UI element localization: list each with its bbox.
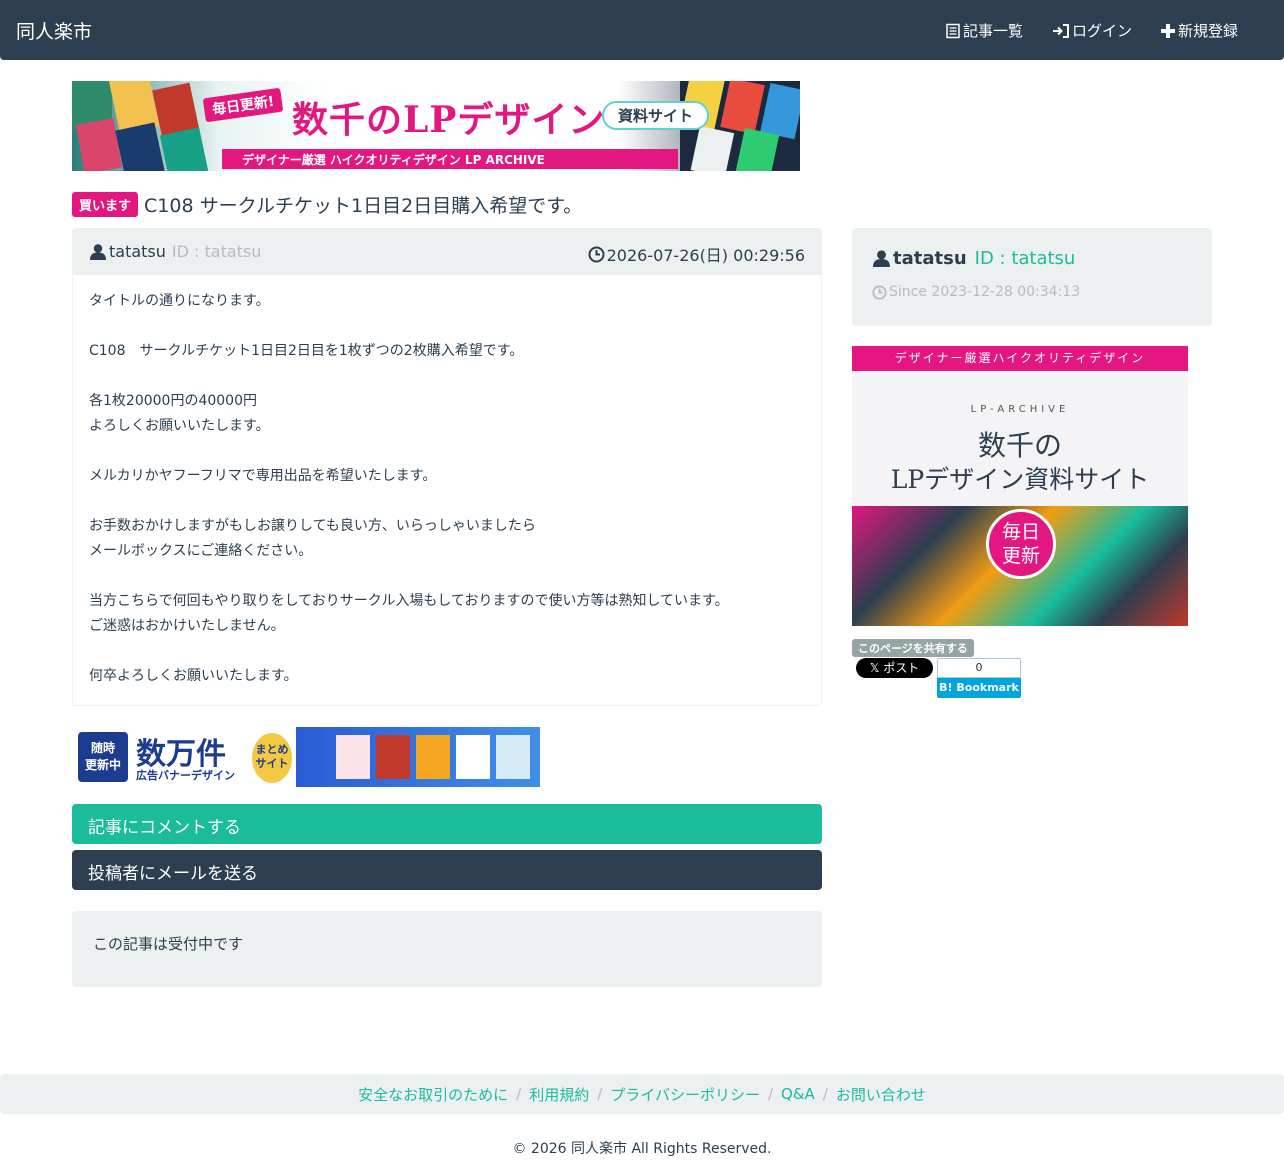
hatena-icon: B!: [939, 681, 957, 694]
page-title: C108 サークルチケット1日目2日目購入希望です。: [144, 195, 583, 217]
bottom-banner-thumbs: [336, 735, 530, 779]
post-body-line: C108 サークルチケット1日目2日目を1枚ずつの2枚購入希望です。: [89, 343, 524, 359]
post-body-line: タイトルの通りになります。: [89, 293, 270, 309]
post-body-line: メルカリかヤフーフリマで専用出品を希望いたします。: [89, 468, 437, 484]
post-body-line: お手数おかけしますがもしお譲りしても良い方、いらっしゃいましたら: [89, 518, 536, 534]
bottom-banner-circle: まとめ サイト: [252, 733, 292, 783]
plus-icon: [1161, 23, 1175, 38]
hatena-label: Bookmark: [956, 681, 1019, 694]
profile-name-row: tatatsu ID : tatatsu: [872, 248, 1075, 269]
x-icon: 𝕏: [869, 661, 884, 675]
nav-article-list-label: 記事一覧: [963, 22, 1024, 40]
side-banner-strip: デザイナー厳選ハイクオリティデザイン: [852, 346, 1188, 371]
bottom-banner-tiles: [296, 727, 540, 787]
x-post-button[interactable]: 𝕏 ポスト: [856, 658, 933, 678]
side-banner-daily-line: 更新: [1001, 545, 1040, 567]
nav-article-list[interactable]: 記事一覧: [945, 20, 1023, 41]
post-body-line: [89, 314, 805, 339]
banner-pill: 資料サイト: [602, 101, 710, 130]
comment-button[interactable]: 記事にコメントする: [72, 804, 822, 844]
footer-link-contact[interactable]: お問い合わせ: [836, 1084, 926, 1105]
copyright: © 2026 同人楽市 All Rights Reserved.: [512, 1141, 772, 1157]
list-icon: [946, 23, 960, 38]
banner-headline: 数千のLPデザイン: [292, 99, 606, 141]
side-banner-line2: LPデザイン資料サイト: [890, 465, 1150, 494]
user-icon: [90, 243, 106, 260]
footer-link-safety[interactable]: 安全なお取引のために: [358, 1084, 508, 1105]
post-body-line: ご迷惑はおかけいたしません。: [89, 618, 285, 634]
brand-logo[interactable]: 同人楽市: [16, 17, 92, 44]
side-banner-line1: 数千の: [977, 429, 1062, 462]
post-body: タイトルの通りになります。 C108 サークルチケット1日目2日目を1枚ずつの2…: [73, 275, 821, 703]
bottom-banner-badge: 随時 更新中: [78, 732, 128, 782]
footer-separator: /: [822, 1085, 828, 1103]
post-body-line: 各1枚20000円の40000円: [89, 393, 257, 409]
profile-card: tatatsu ID : tatatsu Since 2023-12-28 00…: [852, 228, 1212, 326]
nav-register-label: 新規登録: [1178, 22, 1239, 40]
post-panel: tatatsu ID : tatatsu 2026-07-26(日) 00:29…: [72, 228, 822, 706]
nav-login[interactable]: ログイン: [1052, 20, 1132, 41]
footer-link-terms[interactable]: 利用規約: [529, 1084, 589, 1105]
side-banner-ad[interactable]: デザイナー厳選ハイクオリティデザイン LP-ARCHIVE 数千の LPデザイン…: [852, 346, 1188, 626]
bottom-banner-badge-line: 随時: [90, 741, 115, 755]
status-text: この記事は受付中です: [93, 935, 244, 953]
footer-link-qa[interactable]: Q&A: [781, 1085, 815, 1103]
buy-badge: 買います: [72, 192, 139, 217]
profile-name[interactable]: tatatsu: [893, 248, 967, 269]
side-banner-daily-badge: 毎日 更新: [986, 509, 1056, 579]
post-body-line: [89, 564, 805, 589]
footer-separator: /: [516, 1085, 522, 1103]
post-date-text: 2026-07-26(日) 00:29:56: [606, 246, 805, 265]
footer-links: 安全なお取引のために / 利用規約 / プライバシーポリシー / Q&A / お…: [0, 1074, 1284, 1114]
post-body-line: 何卒よろしくお願いいたします。: [89, 668, 298, 684]
post-date: 2026-07-26(日) 00:29:56: [588, 242, 805, 266]
post-author-name[interactable]: tatatsu: [109, 242, 166, 261]
side-banner-daily-line: 毎日: [1001, 521, 1040, 543]
post-body-line: メールボックスにご連絡ください。: [89, 543, 313, 559]
clock-icon: [872, 284, 887, 300]
login-icon: [1053, 23, 1069, 38]
post-author: tatatsu ID : tatatsu: [89, 242, 261, 261]
profile-id[interactable]: ID : tatatsu: [975, 248, 1076, 269]
hatena-bookmark-button[interactable]: B! Bookmark: [937, 678, 1021, 698]
banner-strip: デザイナー厳選 ハイクオリティデザイン LP ARCHIVE: [222, 149, 678, 169]
nav-login-label: ログイン: [1072, 22, 1133, 40]
profile-since-text: Since 2023-12-28 00:34:13: [889, 284, 1081, 300]
post-body-line: [89, 639, 805, 664]
bottom-banner-ad[interactable]: 随時 更新中 数万件 広告バナーデザイン まとめ サイト: [72, 727, 540, 787]
clock-icon: [588, 246, 605, 262]
post-body-line: 当方こちらで何回もやり取りをしておりサークル入場もしておりますので使い方等は熟知…: [89, 593, 729, 609]
post-header: tatatsu ID : tatatsu 2026-07-26(日) 00:29…: [73, 229, 821, 275]
x-post-label: ポスト: [883, 661, 920, 675]
footer-link-privacy[interactable]: プライバシーポリシー: [610, 1084, 760, 1105]
hatena-count: 0: [937, 658, 1021, 678]
bottom-banner-sub: 広告バナーデザイン: [136, 769, 235, 782]
bottom-banner-badge-line: 更新中: [84, 758, 121, 772]
footer-separator: /: [767, 1085, 774, 1103]
profile-since: Since 2023-12-28 00:34:13: [872, 284, 1080, 300]
nav-register[interactable]: 新規登録: [1160, 20, 1238, 41]
share-label: このページを共有する: [852, 639, 974, 657]
footer-separator: /: [597, 1085, 603, 1103]
post-body-line: よろしくお願いいたします。: [89, 418, 270, 434]
user-icon: [873, 250, 890, 267]
side-banner-archive: LP-ARCHIVE: [970, 404, 1070, 415]
bottom-banner-circle-line: サイト: [255, 757, 289, 770]
navbar: 同人楽市 記事一覧 ログイン 新規登録: [0, 0, 1284, 60]
post-body-line: [89, 439, 805, 464]
post-body-line: [89, 364, 805, 389]
post-author-id: ID : tatatsu: [171, 242, 262, 261]
post-title-row: 買います C108 サークルチケット1日目2日目購入希望です。: [72, 191, 582, 218]
post-body-line: [89, 489, 805, 514]
status-well: この記事は受付中です: [72, 911, 822, 987]
bottom-banner-circle-line: まとめ: [255, 743, 289, 756]
send-mail-button[interactable]: 投稿者にメールを送る: [72, 850, 822, 890]
top-banner-ad[interactable]: 毎日更新! 数千のLPデザイン 資料サイト デザイナー厳選 ハイクオリティデザイ…: [72, 81, 800, 171]
